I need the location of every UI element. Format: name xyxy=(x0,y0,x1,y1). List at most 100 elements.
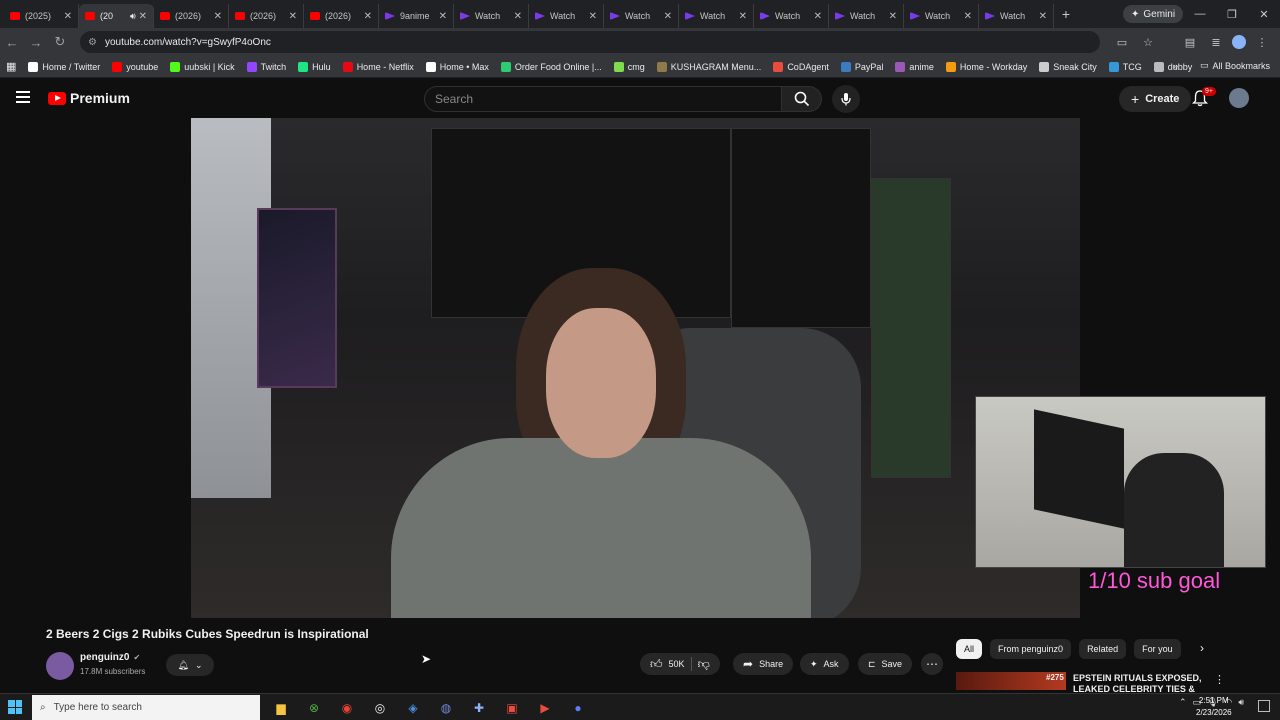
browser-tab[interactable]: Watch ✕ xyxy=(529,4,604,28)
ask-button[interactable]: ✦ Ask xyxy=(800,653,849,675)
bookmark-item[interactable]: Sneak City xyxy=(1039,61,1097,72)
forward-icon[interactable]: → xyxy=(24,35,48,50)
filter-chip[interactable]: From penguinz0 xyxy=(990,639,1072,659)
bookmark-item[interactable]: Home / Twitter xyxy=(28,61,100,72)
close-tab-icon[interactable]: ✕ xyxy=(739,11,747,22)
bookmark-item[interactable]: Home • Max xyxy=(425,61,489,72)
voice-search-button[interactable] xyxy=(832,85,860,113)
back-icon[interactable]: ← xyxy=(0,35,24,50)
close-tab-icon[interactable]: ✕ xyxy=(589,11,597,22)
speaker-icon[interactable]: 🔊︎ xyxy=(130,11,136,22)
hamburger-menu-icon[interactable] xyxy=(16,91,30,103)
browser-tab[interactable]: (2026) ✕ xyxy=(229,4,304,28)
filter-chip[interactable]: All xyxy=(956,639,983,659)
close-icon[interactable]: ✕ xyxy=(1248,0,1280,28)
close-tab-icon[interactable]: ✕ xyxy=(139,11,147,22)
reload-icon[interactable]: ↻ xyxy=(48,34,72,50)
restore-icon[interactable]: ❐ xyxy=(1216,0,1248,28)
channel-name[interactable]: penguinz0 ✔ xyxy=(80,652,140,663)
browser-tab[interactable]: Watch ✕ xyxy=(754,4,829,28)
bookmark-item[interactable]: Twitch xyxy=(246,61,286,72)
youtube-logo[interactable]: Premium xyxy=(48,90,130,106)
dislike-button[interactable]: 👎︎ xyxy=(698,657,710,672)
url-input[interactable]: ⚙ youtube.com/watch?v=gSwyfP4oOnc xyxy=(80,31,1100,53)
create-button[interactable]: + Create xyxy=(1119,86,1192,112)
bookmark-item[interactable]: cmg xyxy=(613,61,645,72)
new-tab-icon[interactable]: + xyxy=(1054,6,1078,22)
bookmark-item[interactable]: Home - Netflix xyxy=(342,61,414,72)
share-button[interactable]: ➦ Share xyxy=(733,653,794,675)
game-controller-icon[interactable]: ✚ xyxy=(468,697,490,719)
close-tab-icon[interactable]: ✕ xyxy=(64,11,72,22)
close-tab-icon[interactable]: ✕ xyxy=(289,11,297,22)
video-player[interactable] xyxy=(191,118,1080,618)
bookmark-item[interactable]: TCG xyxy=(1108,61,1142,72)
close-tab-icon[interactable]: ✕ xyxy=(364,11,372,22)
like-button[interactable]: 👍︎ 50K xyxy=(650,657,685,672)
bookmark-item[interactable]: youtube xyxy=(112,61,158,72)
browser-tab[interactable]: Watch ✕ xyxy=(904,4,979,28)
channel-avatar[interactable] xyxy=(46,652,74,680)
browser-tab[interactable]: (20 🔊︎ ✕ xyxy=(79,4,154,28)
browser-tab[interactable]: Watch ✕ xyxy=(454,4,529,28)
close-tab-icon[interactable]: ✕ xyxy=(514,11,522,22)
subscribed-notifications-button[interactable]: 🔔︎ ⌄ xyxy=(166,654,214,676)
close-tab-icon[interactable]: ✕ xyxy=(964,11,972,22)
browser-tab[interactable]: Watch ✕ xyxy=(679,4,754,28)
more-vertical-icon[interactable]: ⋮ xyxy=(1214,673,1225,686)
chevron-right-icon[interactable]: › xyxy=(1200,641,1204,655)
cast-icon[interactable]: ▭ xyxy=(1112,36,1132,49)
bookmark-item[interactable]: anime xyxy=(895,61,934,72)
bookmark-item[interactable]: PayPal xyxy=(840,61,883,72)
close-tab-icon[interactable]: ✕ xyxy=(814,11,822,22)
app-icon[interactable]: ◈ xyxy=(402,697,424,719)
taskbar-search-input[interactable]: ⌕ Type here to search xyxy=(32,695,260,720)
chevron-up-icon[interactable]: ⌃ xyxy=(1179,697,1187,708)
account-avatar[interactable] xyxy=(1229,88,1249,108)
bookmark-item[interactable]: Order Food Online |... xyxy=(500,61,602,72)
profile-avatar[interactable] xyxy=(1232,35,1246,49)
filter-chip[interactable]: Related xyxy=(1079,639,1127,659)
close-tab-icon[interactable]: ✕ xyxy=(664,11,672,22)
media-icon[interactable]: ≣ xyxy=(1206,36,1226,49)
all-bookmarks[interactable]: » ▭ All Bookmarks xyxy=(1173,60,1270,71)
xbox-icon[interactable]: ⊗ xyxy=(303,697,325,719)
bookmark-star-icon[interactable]: ☆ xyxy=(1138,36,1158,49)
bookmark-item[interactable]: CoDAgent xyxy=(773,61,829,72)
menu-icon[interactable]: ⋮ xyxy=(1252,36,1272,49)
browser-tab[interactable]: Watch ✕ xyxy=(604,4,679,28)
notifications-icon[interactable] xyxy=(1258,700,1270,712)
bookmark-item[interactable]: Hulu xyxy=(298,61,331,72)
app-icon[interactable]: ▣ xyxy=(501,697,523,719)
close-tab-icon[interactable]: ✕ xyxy=(214,11,222,22)
gemini-button[interactable]: ✦ Gemini xyxy=(1123,5,1184,23)
browser-tab[interactable]: Watch ✕ xyxy=(979,4,1054,28)
filter-chip[interactable]: For you xyxy=(1134,639,1181,659)
chrome-icon[interactable]: ◉ xyxy=(336,697,358,719)
recommendation-thumbnail[interactable]: #275 xyxy=(956,672,1066,690)
file-explorer-icon[interactable]: ▆ xyxy=(270,697,292,719)
apps-icon[interactable]: ▦ xyxy=(6,60,16,73)
browser-tab[interactable]: (2026) ✕ xyxy=(154,4,229,28)
media-player-icon[interactable]: ▶ xyxy=(534,697,556,719)
site-info-icon[interactable]: ⚙ xyxy=(88,37,97,48)
bookmark-item[interactable]: KUSHAGRAM Menu... xyxy=(656,61,761,72)
more-actions-button[interactable]: ⋯ xyxy=(921,653,943,675)
browser-tab[interactable]: Watch ✕ xyxy=(829,4,904,28)
close-tab-icon[interactable]: ✕ xyxy=(1039,11,1047,22)
bookmark-item[interactable]: uubski | Kick xyxy=(170,61,235,72)
minimize-icon[interactable]: — xyxy=(1184,0,1216,28)
app-icon[interactable]: ● xyxy=(567,697,589,719)
volume-icon[interactable]: 🔊︎ xyxy=(1238,697,1244,708)
save-button[interactable]: ⊏ Save xyxy=(858,653,913,675)
discord-icon[interactable]: ◍ xyxy=(435,697,457,719)
browser-tab[interactable]: (2026) ✕ xyxy=(304,4,379,28)
taskbar-clock[interactable]: 2:51 PM 2/23/2026 xyxy=(1196,695,1232,719)
search-input[interactable]: Search xyxy=(424,86,782,112)
browser-tab[interactable]: 9anime ✕ xyxy=(379,4,454,28)
bookmark-item[interactable]: Home - Workday xyxy=(945,61,1027,72)
close-tab-icon[interactable]: ✕ xyxy=(439,11,447,22)
close-tab-icon[interactable]: ✕ xyxy=(889,11,897,22)
windows-start-icon[interactable] xyxy=(8,700,22,714)
search-button[interactable] xyxy=(782,86,822,112)
